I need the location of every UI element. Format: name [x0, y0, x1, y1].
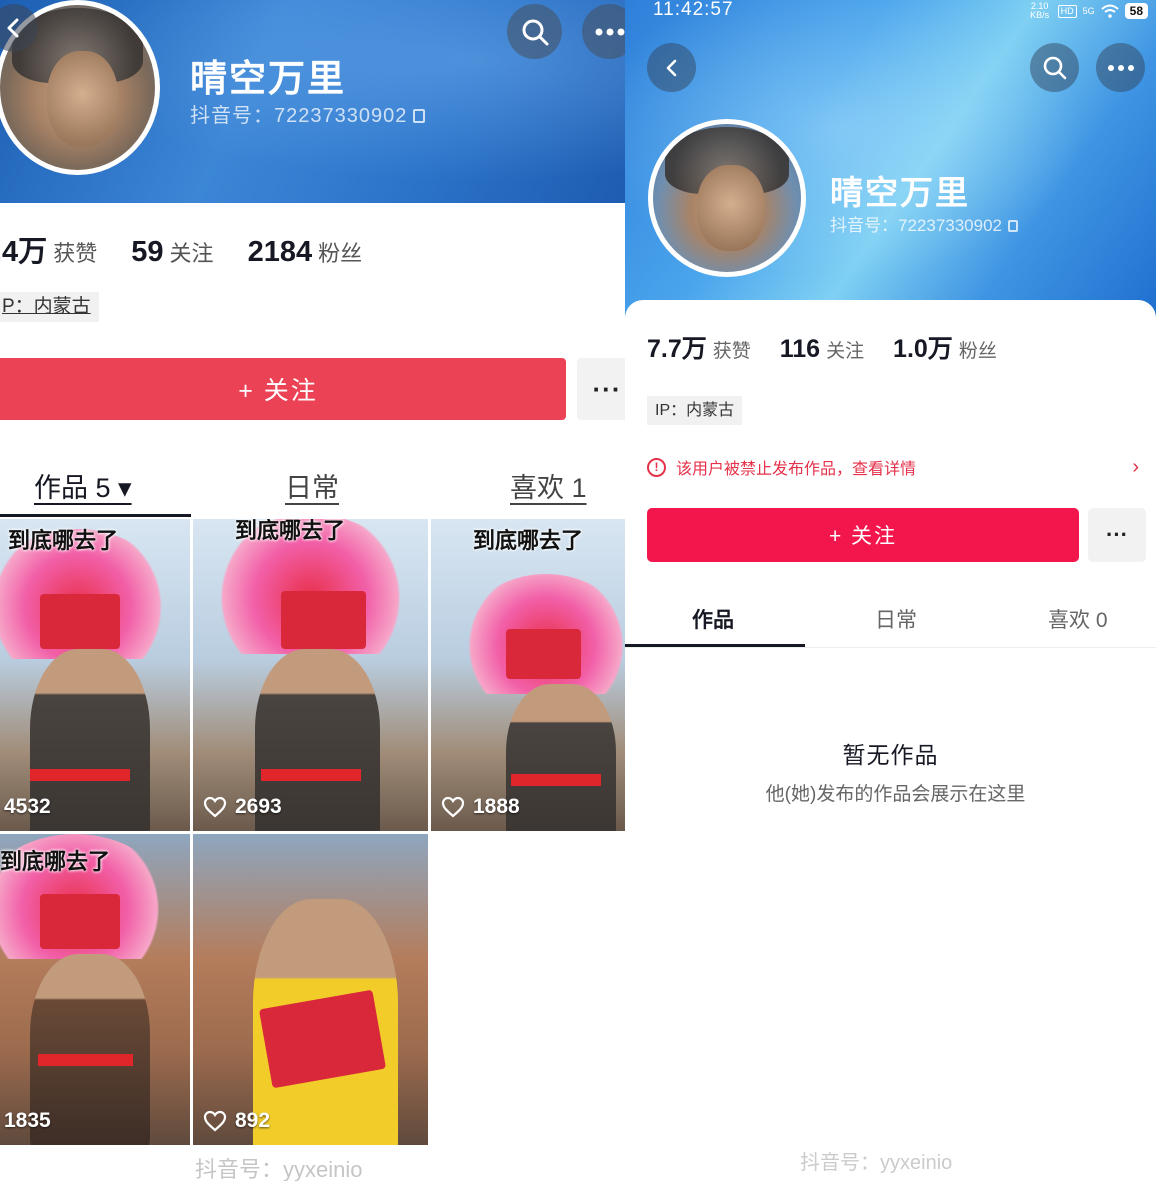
wifi-icon [1100, 4, 1119, 18]
douyin-id[interactable]: 抖音号：72237330902 [190, 99, 426, 128]
video-caption: 到底哪去了 [8, 528, 119, 553]
video-thumbnail[interactable]: 892 [193, 834, 428, 1145]
video-likes: 2693 [203, 795, 282, 819]
tab-divider [625, 647, 1156, 648]
follow-button[interactable]: + 关注 [0, 358, 566, 420]
video-caption: 到底哪去了 [473, 528, 584, 553]
search-button[interactable] [1030, 43, 1079, 92]
video-thumbnail[interactable]: 到底哪去了 4532 [0, 519, 190, 831]
more-actions-button[interactable]: ··· [577, 358, 625, 420]
tab-likes[interactable]: 喜欢 1 [510, 466, 587, 505]
heart-icon [441, 796, 465, 818]
likes-label: 获赞 [53, 241, 98, 266]
search-button[interactable] [507, 4, 562, 59]
tab-likes[interactable]: 喜欢 0 [1048, 604, 1108, 634]
avatar[interactable] [648, 119, 806, 277]
tab-active-indicator [0, 514, 191, 517]
video-caption: 到底哪去了 [235, 519, 346, 543]
profile-name: 晴空万里 [190, 58, 346, 99]
ip-location-tag: P：内蒙古 [0, 292, 99, 322]
douyin-id-text: 抖音号：72237330902 [830, 216, 1003, 235]
profile-name: 晴空万里 [830, 174, 970, 211]
followers-label[interactable]: 粉丝 [318, 241, 362, 266]
like-count: 2693 [235, 795, 282, 818]
heart-icon [203, 796, 227, 818]
followers-count[interactable]: 1.0万 [893, 335, 953, 363]
followers-label[interactable]: 粉丝 [959, 341, 997, 362]
copy-icon[interactable] [1008, 220, 1019, 232]
video-likes: 4532 [4, 795, 51, 819]
video-likes: 1835 [4, 1109, 51, 1133]
more-options-button[interactable] [1096, 43, 1145, 92]
status-bar-icons: 2.10 KB/s HD 5G 58 [1028, 2, 1148, 20]
chevron-right-icon: › [1132, 455, 1139, 478]
likes-count: .4万 [0, 236, 48, 268]
profile-stats: 7.7万 获赞 116 关注 1.0万 粉丝 [647, 329, 1019, 365]
chevron-left-icon [666, 59, 676, 76]
like-count: 892 [235, 1109, 271, 1132]
net-speed: 2.10 KB/s [1030, 1, 1050, 20]
more-dots-icon [1107, 64, 1134, 71]
chevron-left-icon [7, 18, 19, 38]
more-actions-button[interactable]: ··· [1088, 508, 1146, 562]
ip-location-tag: IP：内蒙古 [647, 396, 743, 425]
ban-warning-text: 该用户被禁止发布作品，查看详情 [676, 461, 917, 478]
alert-icon: ! [647, 457, 666, 477]
right-screenshot: 11:42:57 2.10 KB/s HD 5G 58 晴空万里 抖音号：722… [625, 0, 1156, 1181]
heart-icon [203, 1110, 227, 1132]
copy-icon[interactable] [413, 109, 426, 123]
video-caption: 到底哪去了 [0, 849, 111, 874]
tab-works[interactable]: 作品 [692, 604, 734, 634]
empty-state-title: 暂无作品 [842, 742, 939, 768]
likes-count: 7.7万 [647, 335, 707, 363]
back-button[interactable] [647, 43, 696, 92]
more-dots-icon [595, 28, 624, 35]
like-count: 1835 [4, 1109, 51, 1132]
profile-stats: .4万获赞 59 关注 2184粉丝 [0, 228, 388, 270]
following-count[interactable]: 116 [780, 335, 820, 363]
search-icon [522, 19, 548, 45]
tab-works[interactable]: 作品 5 ▾ [34, 466, 132, 505]
followers-count[interactable]: 2184 [248, 236, 313, 268]
following-count[interactable]: 59 [131, 236, 163, 268]
video-likes: 892 [203, 1109, 270, 1133]
like-count: 4532 [4, 795, 51, 818]
like-count: 1888 [473, 795, 520, 818]
douyin-id[interactable]: 抖音号：72237330902 [830, 211, 1019, 236]
video-thumbnail[interactable]: 到底哪去了 1888 [431, 519, 625, 831]
left-screenshot: 晴空万里 抖音号：72237330902 .4万获赞 59 关注 2184粉丝 P… [0, 0, 625, 1181]
search-icon [1043, 56, 1066, 79]
following-label[interactable]: 关注 [826, 341, 864, 362]
tab-daily[interactable]: 日常 [285, 466, 339, 505]
ban-warning[interactable]: ! 该用户被禁止发布作品，查看详情 › [647, 455, 1139, 479]
video-thumbnail[interactable]: 到底哪去了 1835 [0, 834, 190, 1145]
watermark: 抖音号：yyxeinio [195, 1157, 363, 1181]
likes-label: 获赞 [712, 341, 751, 362]
watermark: 抖音号：yyxeinio [800, 1152, 953, 1174]
video-likes: 1888 [441, 795, 520, 819]
tab-daily[interactable]: 日常 [875, 604, 917, 634]
empty-state-subtitle: 他(她)发布的作品会展示在这里 [765, 784, 1026, 805]
network-5g: 5G [1082, 5, 1095, 16]
douyin-id-text: 抖音号：72237330902 [190, 105, 408, 127]
status-time: 11:42:57 [653, 0, 734, 20]
video-thumbnail[interactable]: 到底哪去了 2693 [193, 519, 428, 831]
hd-icon: HD [1057, 4, 1077, 18]
following-label[interactable]: 关注 [170, 241, 214, 266]
battery-level: 58 [1124, 3, 1148, 19]
follow-button[interactable]: + 关注 [647, 508, 1079, 562]
